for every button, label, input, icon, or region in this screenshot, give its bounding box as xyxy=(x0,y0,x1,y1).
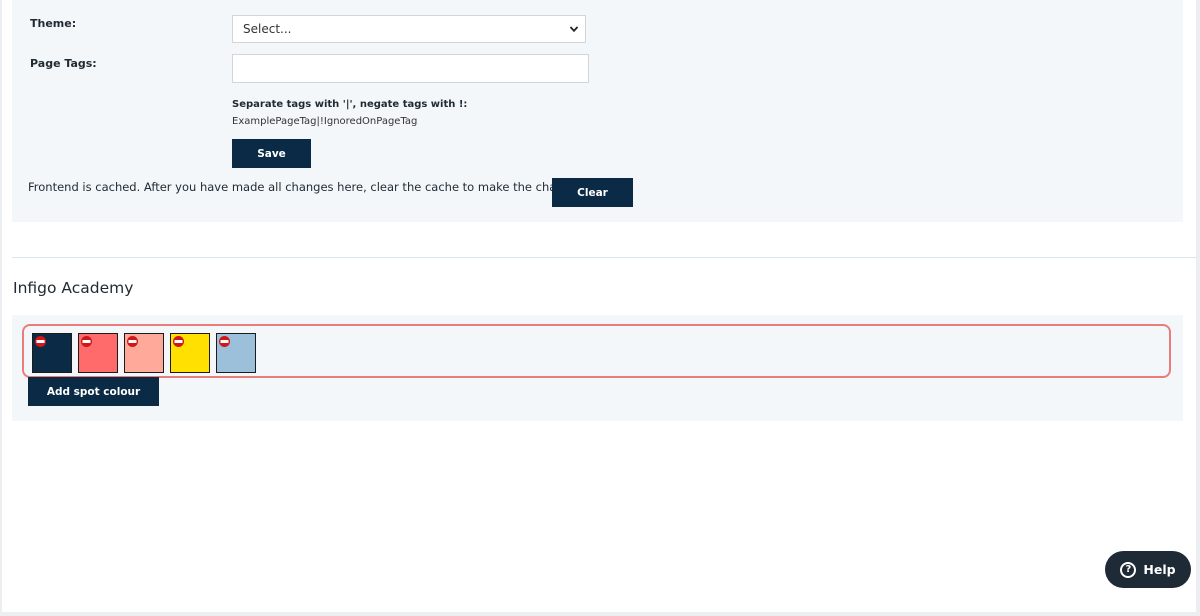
remove-icon[interactable] xyxy=(81,336,92,347)
colour-swatch[interactable] xyxy=(78,333,118,373)
remove-icon[interactable] xyxy=(219,336,230,347)
cache-note: Frontend is cached. After you have made … xyxy=(28,180,632,194)
remove-icon[interactable] xyxy=(127,336,138,347)
tags-help-text: Separate tags with '|', negate tags with… xyxy=(232,99,468,110)
theme-select-value: Select... xyxy=(243,22,292,36)
page-tags-input[interactable] xyxy=(232,54,589,83)
remove-icon[interactable] xyxy=(35,336,46,347)
save-button[interactable]: Save xyxy=(232,139,311,168)
help-label: Help xyxy=(1143,562,1176,577)
page-tags-label: Page Tags: xyxy=(30,57,97,70)
help-button[interactable]: ? Help xyxy=(1105,551,1191,588)
theme-label: Theme: xyxy=(30,17,77,30)
add-spot-colour-button[interactable]: Add spot colour xyxy=(28,377,159,406)
theme-select[interactable]: Select... xyxy=(232,15,586,43)
colour-swatch[interactable] xyxy=(170,333,210,373)
question-icon: ? xyxy=(1120,561,1137,578)
section-title: Infigo Academy xyxy=(13,279,134,297)
section-divider xyxy=(12,257,1197,258)
clear-cache-button[interactable]: Clear xyxy=(552,178,633,207)
colour-swatch[interactable] xyxy=(32,333,72,373)
remove-icon[interactable] xyxy=(173,336,184,347)
tags-help-example: ExamplePageTag|!IgnoredOnPageTag xyxy=(232,116,418,127)
chevron-down-icon xyxy=(569,26,579,33)
colour-swatch[interactable] xyxy=(216,333,256,373)
colour-swatch[interactable] xyxy=(124,333,164,373)
